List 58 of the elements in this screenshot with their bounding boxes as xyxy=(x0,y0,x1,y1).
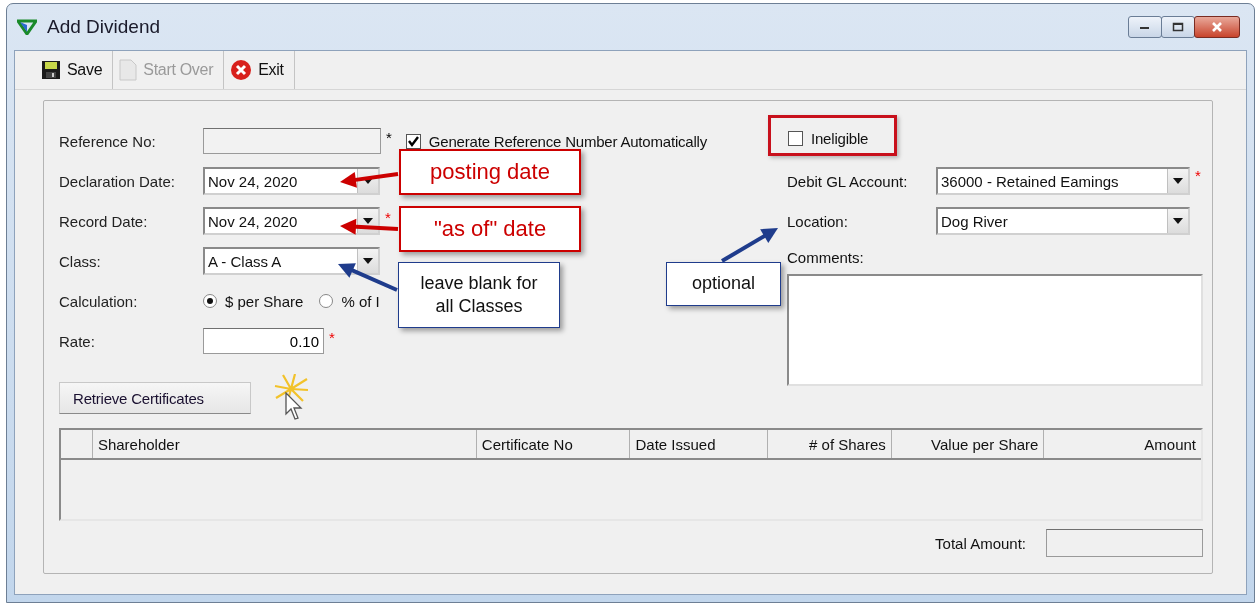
arrow xyxy=(338,263,398,292)
triangle-logo-icon xyxy=(17,19,37,35)
required-marker: * xyxy=(329,329,335,346)
field-label: Comments: xyxy=(787,249,865,266)
maximize-icon xyxy=(1172,22,1184,32)
column-header[interactable]: Amount xyxy=(1044,430,1201,458)
field-label: Class: xyxy=(59,252,102,270)
required-marker: * xyxy=(1195,167,1201,184)
date-picker[interactable]: Nov 24, 2020 xyxy=(203,207,380,235)
callout-note: "as of" date xyxy=(399,206,581,252)
comments-field[interactable] xyxy=(787,274,1203,386)
column-header[interactable]: # of Shares xyxy=(768,430,892,458)
dropdown[interactable]: 36000 - Retained Eamings xyxy=(936,167,1190,195)
field-label: Calculation: xyxy=(59,292,139,310)
pointer-cursor-icon xyxy=(285,392,305,422)
radio-label: % of I xyxy=(341,292,380,310)
date-picker[interactable]: Nov 24, 2020 xyxy=(203,167,380,195)
window-title: Add Dividend xyxy=(47,16,161,38)
radio-option[interactable]: % of I xyxy=(319,292,380,310)
field-label: Debit GL Account: xyxy=(787,172,909,190)
document-icon xyxy=(119,59,138,81)
ineligible-checkbox[interactable]: Ineligible xyxy=(788,129,869,147)
callout-note: leave blank for all Classes xyxy=(398,262,560,328)
column-header[interactable]: Date Issued xyxy=(630,430,769,458)
checkbox[interactable] xyxy=(788,130,803,146)
checkbox[interactable] xyxy=(405,133,421,149)
arrow xyxy=(340,171,399,188)
field-label: Total Amount: xyxy=(935,534,1026,552)
field-label: Rate: xyxy=(59,332,96,350)
click-burst-icon xyxy=(273,374,309,404)
column-header[interactable]: Value per Share xyxy=(891,430,1045,458)
radio-button[interactable] xyxy=(319,294,334,308)
required-marker: * xyxy=(386,129,392,146)
callout-note: posting date xyxy=(399,149,581,195)
radio-label: $ per Share xyxy=(225,292,304,310)
field-label: Reference No: xyxy=(59,132,157,150)
callout-note: optional xyxy=(666,262,781,306)
field-label: Record Date: xyxy=(59,212,149,230)
minimize-button[interactable] xyxy=(1128,16,1162,38)
column-header[interactable]: Shareholder xyxy=(92,430,477,458)
arrow xyxy=(340,218,399,235)
column-header[interactable]: Certificate No xyxy=(476,430,631,458)
dropdown[interactable]: Dog River xyxy=(936,207,1190,235)
close-button[interactable] xyxy=(1194,16,1240,38)
retrieve-certificates-button[interactable]: Retrieve Certificates xyxy=(59,382,251,414)
radio-button[interactable] xyxy=(203,294,217,308)
x-circle-icon xyxy=(230,59,253,81)
field-label: Location: xyxy=(787,212,849,230)
field-label: Declaration Date: xyxy=(59,172,176,190)
minimize-icon xyxy=(1139,24,1151,30)
arrow xyxy=(721,228,778,263)
class-dropdown[interactable]: A - Class A xyxy=(203,247,380,275)
checkbox-label: Ineligible xyxy=(811,129,869,147)
required-marker: * xyxy=(385,209,391,226)
radio-option[interactable]: $ per Share xyxy=(203,292,304,310)
rate-field[interactable]: 0.10 xyxy=(203,328,324,354)
close-icon xyxy=(1210,21,1224,33)
maximize-button[interactable] xyxy=(1161,16,1195,38)
